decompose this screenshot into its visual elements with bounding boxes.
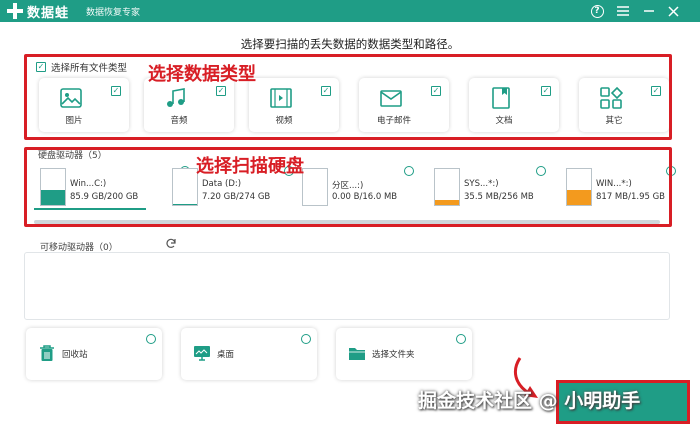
- location-card-select-folder[interactable]: 选择文件夹: [336, 328, 472, 380]
- location-label: 选择文件夹: [372, 350, 415, 360]
- app-logo-icon: [7, 3, 23, 19]
- close-icon: [667, 5, 679, 17]
- folder-icon: [349, 348, 365, 360]
- help-icon: ?: [590, 4, 604, 18]
- help-button[interactable]: ?: [588, 2, 606, 20]
- app-name: 数据蛙: [27, 6, 70, 21]
- location-card-recycle-bin[interactable]: 回收站: [26, 328, 162, 380]
- desktop-icon: [194, 346, 210, 361]
- location-radio[interactable]: [301, 334, 311, 344]
- instruction-text: 选择要扫描的丢失数据的数据类型和路径。: [240, 37, 460, 51]
- menu-button[interactable]: [614, 2, 632, 20]
- close-button[interactable]: [664, 2, 682, 20]
- menu-icon: [617, 6, 629, 16]
- location-radio[interactable]: [456, 334, 466, 344]
- location-radio[interactable]: [146, 334, 156, 344]
- refresh-icon[interactable]: [165, 238, 177, 250]
- title-bar: 数据蛙 数据恢复专家 ?: [0, 0, 700, 22]
- annotation-label-types: 选择数据类型: [148, 64, 256, 85]
- location-label: 桌面: [217, 350, 235, 360]
- location-card-desktop[interactable]: 桌面: [181, 328, 317, 380]
- removable-drives-area: [24, 252, 670, 320]
- watermark: 掘金技术社区 @ 小明助手: [418, 390, 641, 412]
- annotation-box-disks: [24, 147, 672, 227]
- minimize-icon: [644, 10, 654, 12]
- annotation-label-disks: 选择扫描硬盘: [196, 156, 304, 177]
- app-subtitle: 数据恢复专家: [86, 8, 141, 18]
- location-label: 回收站: [62, 350, 88, 360]
- annotation-box-types: [24, 54, 672, 140]
- recycle-bin-icon: [40, 345, 54, 361]
- minimize-button[interactable]: [640, 2, 658, 20]
